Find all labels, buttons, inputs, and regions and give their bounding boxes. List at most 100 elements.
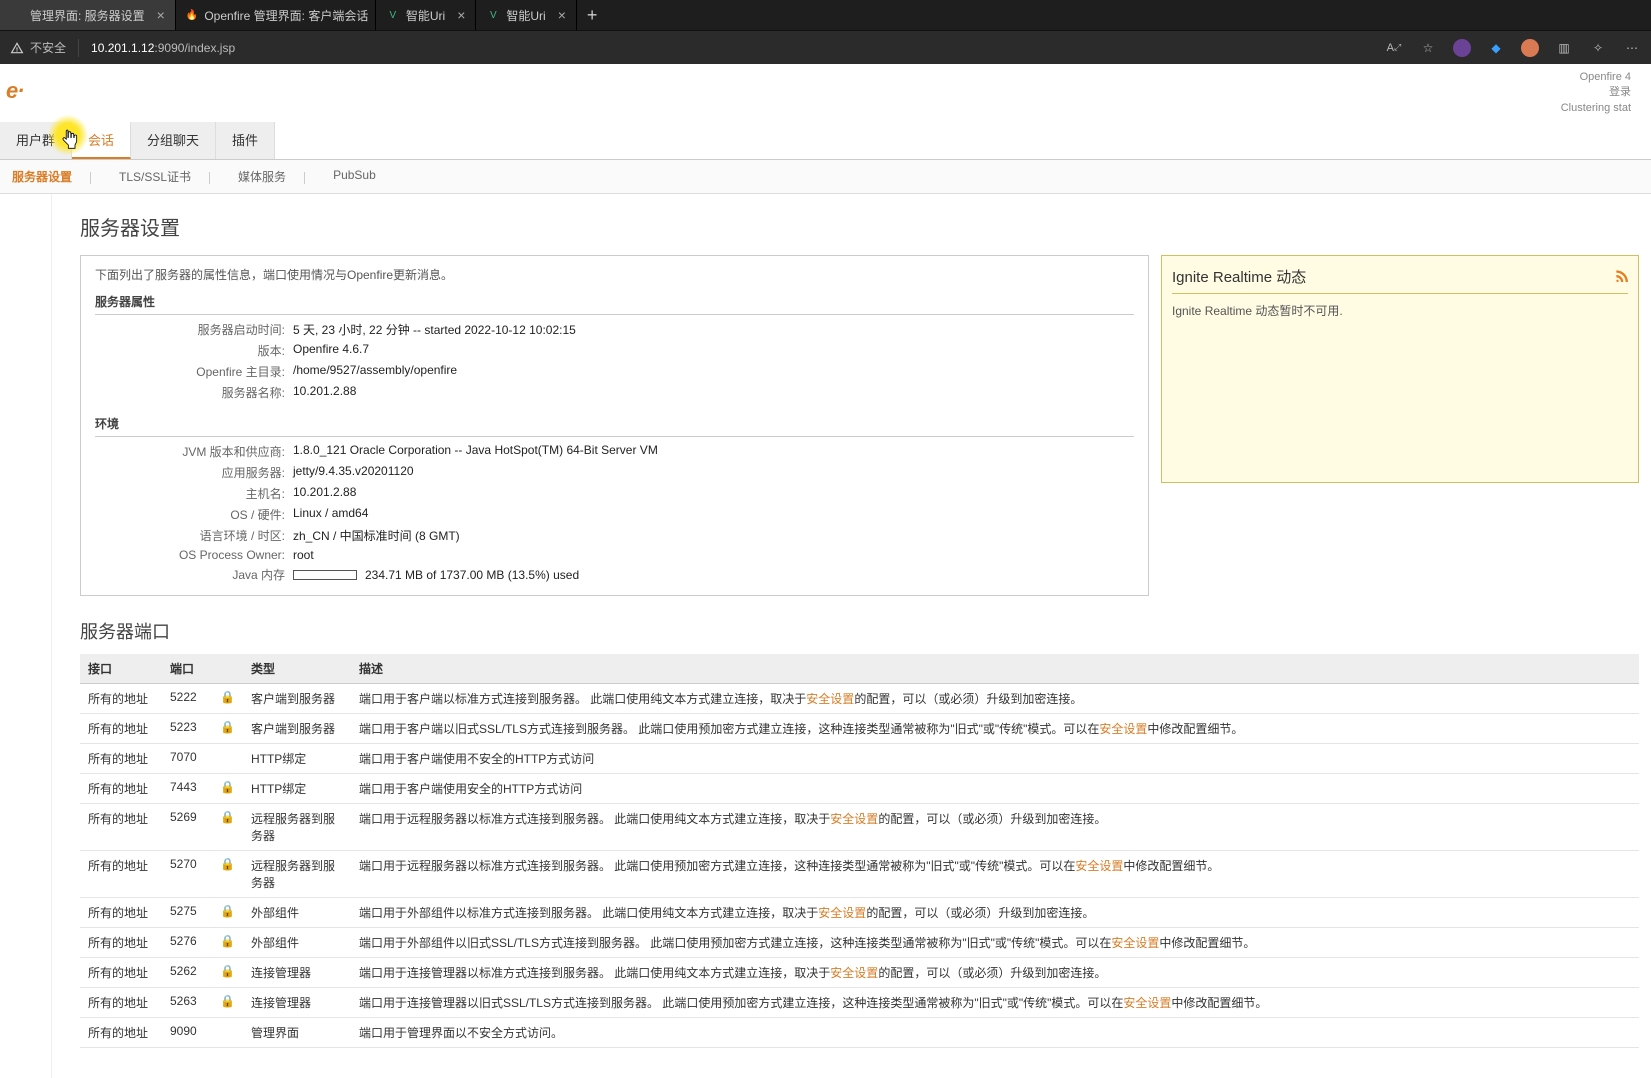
insecure-badge[interactable]: 不安全: [10, 39, 66, 56]
port-iface: 所有的地址: [80, 744, 162, 774]
ports-row: 所有的地址7443🔒HTTP绑定端口用于客户端使用安全的HTTP方式访问: [80, 774, 1639, 804]
ports-row: 所有的地址5269 🔒 远程服务器到服务器端口用于远程服务器以标准方式连接到服务器。…: [80, 804, 1639, 851]
lock-icon: 🔒: [220, 904, 235, 918]
port-desc: 端口用于客户端使用不安全的HTTP方式访问: [351, 744, 1639, 774]
port-number: 5276: [162, 928, 212, 958]
port-desc: 端口用于连接管理器以标准方式连接到服务器。 此端口使用纯文本方式建立连接，取决于…: [351, 958, 1639, 988]
security-settings-link[interactable]: 安全设置: [818, 906, 866, 920]
main-tab-1[interactable]: 会话: [72, 122, 131, 159]
attr-value: 5 天, 23 小时, 22 分钟 -- started 2022-10-12 …: [293, 321, 1134, 338]
attr-label: JVM 版本和供应商:: [95, 443, 285, 460]
attr-value: 10.201.2.88: [293, 485, 1134, 502]
close-icon[interactable]: ×: [457, 7, 465, 23]
port-type: 连接管理器: [243, 958, 351, 988]
port-lock: 🔒: [212, 898, 243, 928]
close-icon[interactable]: ×: [157, 7, 165, 23]
security-settings-link[interactable]: 安全设置: [1075, 859, 1123, 873]
port-desc: 端口用于外部组件以旧式SSL/TLS方式连接到服务器。 此端口使用预加密方式建立…: [351, 928, 1639, 958]
ports-row: 所有的地址5223🔒客户端到服务器端口用于客户端以旧式SSL/TLS方式连接到服…: [80, 714, 1639, 744]
new-tab-button[interactable]: +: [577, 5, 608, 26]
attr-row: OS / 硬件: Linux / amd64: [95, 504, 1134, 525]
attr-label: 语言环境 / 时区:: [95, 527, 285, 544]
main-tab-2[interactable]: 分组聊天: [131, 122, 216, 159]
port-desc: 端口用于远程服务器以标准方式连接到服务器。 此端口使用预加密方式建立连接，这种连…: [351, 851, 1639, 898]
attr-row-memory: Java 内存 234.71 MB of 1737.00 MB (13.5%) …: [95, 564, 1134, 585]
ext-icon-1[interactable]: [1453, 39, 1471, 57]
ignite-title: Ignite Realtime 动态: [1172, 266, 1306, 287]
info-desc: 下面列出了服务器的属性信息，端口使用情况与Openfire更新消息。: [95, 266, 1134, 283]
attr-label: Java 内存: [95, 566, 285, 583]
port-lock: 🔒: [212, 684, 243, 714]
main-tab-0[interactable]: 用户群: [0, 122, 72, 159]
port-type: 外部组件: [243, 928, 351, 958]
attr-label: 应用服务器:: [95, 464, 285, 481]
port-desc: 端口用于远程服务器以标准方式连接到服务器。 此端口使用纯文本方式建立连接，取决于…: [351, 804, 1639, 851]
close-icon[interactable]: ×: [558, 7, 566, 23]
ports-header-4: 描述: [351, 654, 1639, 684]
port-number: 5223: [162, 714, 212, 744]
port-type: 远程服务器到服务器: [243, 804, 351, 851]
text-size-icon[interactable]: A⤢: [1385, 39, 1403, 57]
port-lock: 🔒: [212, 958, 243, 988]
attr-label: OS / 硬件:: [95, 506, 285, 523]
browser-tab-2[interactable]: V 智能Uri ×: [376, 0, 477, 30]
port-lock: [212, 1018, 243, 1048]
browser-tab-0[interactable]: 管理界面: 服务器设置 ×: [0, 0, 176, 30]
port-number: 9090: [162, 1018, 212, 1048]
warning-icon: [10, 41, 24, 55]
port-iface: 所有的地址: [80, 804, 162, 851]
tab-title: 管理界面: 服务器设置: [30, 7, 145, 24]
port-number: 7070: [162, 744, 212, 774]
attr-value: jetty/9.4.35.v20201120: [293, 464, 1134, 481]
ports-header-3: 类型: [243, 654, 351, 684]
collections-icon[interactable]: ▥: [1555, 39, 1573, 57]
port-number: 7443: [162, 774, 212, 804]
ports-header-2: [212, 654, 243, 684]
attr-label: Openfire 主目录:: [95, 363, 285, 380]
port-desc: 端口用于连接管理器以旧式SSL/TLS方式连接到服务器。 此端口使用预加密方式建…: [351, 988, 1639, 1018]
ports-row: 所有的地址5276🔒外部组件端口用于外部组件以旧式SSL/TLS方式连接到服务器…: [80, 928, 1639, 958]
port-number: 5269: [162, 804, 212, 851]
sub-tab-0[interactable]: 服务器设置: [8, 166, 95, 187]
security-settings-link[interactable]: 安全设置: [1123, 996, 1171, 1010]
port-type: 外部组件: [243, 898, 351, 928]
profile-icon[interactable]: [1521, 39, 1539, 57]
header-info: Openfire 4 登录 Clustering stat: [1551, 64, 1641, 118]
ports-row: 所有的地址5275🔒外部组件端口用于外部组件以标准方式连接到服务器。 此端口使用…: [80, 898, 1639, 928]
memory-text: 234.71 MB of 1737.00 MB (13.5%) used: [365, 568, 579, 582]
security-settings-link[interactable]: 安全设置: [1111, 936, 1159, 950]
security-settings-link[interactable]: 安全设置: [830, 966, 878, 980]
sub-tab-1[interactable]: TLS/SSL证书: [115, 166, 214, 187]
url-text[interactable]: 10.201.1.12:9090/index.jsp: [91, 41, 235, 55]
browser-tab-1[interactable]: 🔥 Openfire 管理界面: 客户端会话 ×: [176, 0, 376, 30]
port-type: 客户端到服务器: [243, 714, 351, 744]
attr-row: 服务器名称:10.201.2.88: [95, 382, 1134, 403]
sub-tab-2[interactable]: 媒体服务: [234, 166, 309, 187]
ext-icon-2[interactable]: ◆: [1487, 39, 1505, 57]
main-tab-3[interactable]: 插件: [216, 122, 275, 159]
tab-title: 智能Uri: [406, 7, 445, 24]
attr-value: Linux / amd64: [293, 506, 1134, 523]
rss-icon[interactable]: [1614, 268, 1628, 285]
extensions-icon[interactable]: ✧: [1589, 39, 1607, 57]
security-settings-link[interactable]: 安全设置: [1099, 722, 1147, 736]
ports-row: 所有的地址5222🔒客户端到服务器端口用于客户端以标准方式连接到服务器。 此端口…: [80, 684, 1639, 714]
tab-bar: 管理界面: 服务器设置 × 🔥 Openfire 管理界面: 客户端会话 × V…: [0, 0, 1651, 30]
lock-icon: 🔒: [220, 934, 235, 948]
port-iface: 所有的地址: [80, 958, 162, 988]
attr-row: JVM 版本和供应商:1.8.0_121 Oracle Corporation …: [95, 441, 1134, 462]
favorite-icon[interactable]: ☆: [1419, 39, 1437, 57]
memory-bar: [293, 570, 357, 580]
ports-row: 所有的地址7070 HTTP绑定端口用于客户端使用不安全的HTTP方式访问: [80, 744, 1639, 774]
favicon-icon: V: [486, 8, 500, 22]
security-settings-link[interactable]: 安全设置: [806, 692, 854, 706]
port-type: HTTP绑定: [243, 774, 351, 804]
lock-icon: 🔒: [220, 810, 235, 824]
browser-tab-3[interactable]: V 智能Uri ×: [476, 0, 577, 30]
security-settings-link[interactable]: 安全设置: [830, 812, 878, 826]
sub-tab-3[interactable]: PubSub: [329, 166, 380, 187]
port-type: HTTP绑定: [243, 744, 351, 774]
ports-row: 所有的地址5262🔒连接管理器端口用于连接管理器以标准方式连接到服务器。 此端口…: [80, 958, 1639, 988]
more-icon[interactable]: ⋯: [1623, 39, 1641, 57]
port-type: 连接管理器: [243, 988, 351, 1018]
